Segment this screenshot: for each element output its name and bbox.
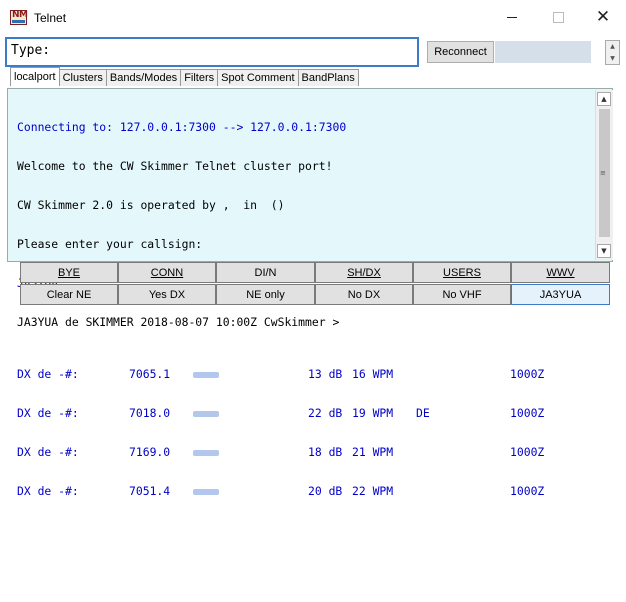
sh-dx-button[interactable]: SH/DX — [315, 262, 413, 283]
type-input[interactable] — [53, 42, 417, 64]
tab-localport[interactable]: localport — [10, 67, 60, 86]
spot-freq: 7018.0 — [129, 406, 171, 420]
callsign-button[interactable]: JA3YUA — [511, 284, 610, 305]
spot-freq: 7169.0 — [129, 445, 171, 459]
spot-row: DX de -#: 7051.4 20 dB 22 WPM 1000Z — [17, 484, 544, 498]
spot-wpm: 16 WPM — [352, 367, 394, 381]
spot-prefix: DX de -#: — [17, 484, 79, 498]
title-bar: NM Telnet ✕ — [0, 0, 626, 35]
console-text: Connecting to: 127.0.0.1:7300 --> 127.0.… — [17, 95, 544, 524]
spin-down-icon[interactable]: ▼ — [610, 55, 615, 62]
ne-only-button[interactable]: NE only — [216, 284, 315, 305]
conn-button[interactable]: CONN — [118, 262, 216, 283]
spot-snr: 13 dB — [308, 367, 343, 381]
telnet-console[interactable]: Connecting to: 127.0.0.1:7300 --> 127.0.… — [7, 88, 613, 498]
spot-wpm: 21 WPM — [352, 445, 394, 459]
spot-time: 1000Z — [510, 367, 545, 381]
spin-up-icon[interactable]: ▲ — [610, 43, 615, 50]
yes-dx-button[interactable]: Yes DX — [118, 284, 216, 305]
maximize-button[interactable] — [535, 0, 581, 35]
di-n-button[interactable]: DI/N — [216, 262, 315, 283]
tab-filters[interactable]: Filters — [180, 69, 219, 86]
wwv-button[interactable]: WWV — [511, 262, 610, 283]
console-line: Connecting to: 127.0.0.1:7300 --> 127.0.… — [17, 120, 347, 134]
spot-freq: 7065.1 — [129, 367, 171, 381]
tab-strip: localport Clusters Bands/Modes Filters S… — [10, 67, 359, 88]
spot-prefix: DX de -#: — [17, 367, 79, 381]
spot-callsign-redacted — [193, 450, 219, 456]
spot-time: 1000Z — [510, 445, 545, 459]
console-line: Welcome to the CW Skimmer Telnet cluster… — [17, 159, 333, 173]
users-button[interactable]: USERS — [413, 262, 511, 283]
spot-callsign-redacted — [193, 411, 219, 417]
console-line: CW Skimmer 2.0 is operated by , in () — [17, 198, 285, 212]
reconnect-button[interactable]: Reconnect — [427, 41, 494, 63]
type-field[interactable]: Type: — [5, 37, 419, 67]
minimize-button[interactable] — [489, 0, 535, 35]
scroll-grip-icon: ≡ — [600, 169, 606, 177]
spot-callsign-redacted — [193, 489, 219, 495]
spot-snr: 22 dB — [308, 406, 343, 420]
spot-wpm: 22 WPM — [352, 484, 394, 498]
spot-snr: 18 dB — [308, 445, 343, 459]
close-icon: ✕ — [595, 7, 611, 27]
type-spinner[interactable]: ▲ ▼ — [605, 40, 620, 65]
minimize-icon — [507, 17, 517, 18]
window-title: Telnet — [34, 11, 67, 25]
spot-row: DX de -#: 7065.1 13 dB 16 WPM 1000Z — [17, 367, 544, 381]
app-icon: NM — [10, 10, 28, 25]
spot-extra: DE — [416, 406, 430, 420]
no-vhf-button[interactable]: No VHF — [413, 284, 511, 305]
spot-time: 1000Z — [510, 484, 545, 498]
tab-bandplans[interactable]: BandPlans — [297, 69, 359, 86]
spot-prefix: DX de -#: — [17, 406, 79, 420]
spot-callsign-redacted — [193, 372, 219, 378]
console-scrollbar[interactable]: ▲ ≡ ▼ — [595, 90, 613, 260]
spot-prefix: DX de -#: — [17, 445, 79, 459]
spot-freq: 7051.4 — [129, 484, 171, 498]
spot-wpm: 19 WPM — [352, 406, 394, 420]
console-line: Please enter your callsign: — [17, 237, 203, 251]
clear-ne-button[interactable]: Clear NE — [20, 284, 118, 305]
status-strip — [495, 41, 591, 63]
tab-clusters[interactable]: Clusters — [58, 69, 107, 86]
close-button[interactable]: ✕ — [580, 0, 626, 35]
scroll-down-icon[interactable]: ▼ — [597, 244, 611, 258]
tab-bands-modes[interactable]: Bands/Modes — [105, 69, 182, 86]
bye-button[interactable]: BYE — [20, 262, 118, 283]
spot-row: DX de -#: 7169.0 18 dB 21 WPM 1000Z — [17, 445, 544, 459]
maximize-icon — [552, 12, 564, 23]
type-label: Type: — [11, 43, 51, 58]
console-line: JA3YUA de SKIMMER 2018-08-07 10:00Z CwSk… — [17, 315, 340, 329]
spot-row: DX de -#: 7018.0 22 dB 19 WPM DE 1000Z — [17, 406, 544, 420]
no-dx-button[interactable]: No DX — [315, 284, 413, 305]
tab-spot-comment[interactable]: Spot Comment — [217, 69, 299, 86]
spot-snr: 20 dB — [308, 484, 343, 498]
scroll-up-icon[interactable]: ▲ — [597, 92, 611, 106]
spot-time: 1000Z — [510, 406, 545, 420]
